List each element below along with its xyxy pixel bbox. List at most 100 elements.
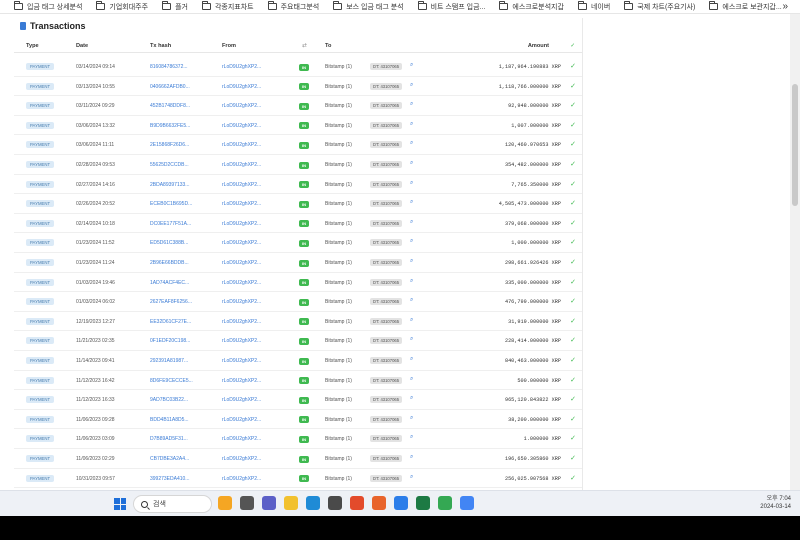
to-account-link[interactable]: Bitstamp (1) xyxy=(325,280,352,286)
tx-hash-link[interactable]: EE32D61CF27E... xyxy=(150,319,191,325)
from-address-link[interactable]: rLoD9U2ghXP2... xyxy=(222,123,261,129)
tx-hash-link[interactable]: 816084786372... xyxy=(150,64,188,70)
to-account-link[interactable]: Bitstamp (1) xyxy=(325,123,352,129)
to-account-link[interactable]: Bitstamp (1) xyxy=(325,182,352,188)
tx-hash-link[interactable]: 452B1748DDF8... xyxy=(150,103,190,109)
tx-hash-link[interactable]: 1AD74ACF4EC... xyxy=(150,280,189,286)
app-icon[interactable] xyxy=(394,496,408,510)
bookmark-item[interactable]: 각종지표차트 xyxy=(201,1,254,12)
from-address-link[interactable]: rLoD9U2ghXP2... xyxy=(222,103,261,109)
from-address-link[interactable]: rLoD9U2ghXP2... xyxy=(222,417,261,423)
magnifier-icon[interactable]: ⌕ xyxy=(410,336,413,343)
taskbar-search-input[interactable]: 검색 xyxy=(133,495,212,513)
to-account-link[interactable]: Bitstamp (1) xyxy=(325,142,352,148)
tx-hash-link[interactable]: CB7DBE3A2A4... xyxy=(150,456,189,462)
tx-hash-link[interactable]: 55625D2CCDB... xyxy=(150,162,189,168)
tx-hash-link[interactable]: 8D6FE9CECCE5... xyxy=(150,378,193,384)
tx-hash-link[interactable]: 2E15868F26D6... xyxy=(150,142,189,148)
to-account-link[interactable]: Bitstamp (1) xyxy=(325,84,352,90)
to-account-link[interactable]: Bitstamp (1) xyxy=(325,201,352,207)
magnifier-icon[interactable]: ⌕ xyxy=(410,219,413,226)
to-account-link[interactable]: Bitstamp (1) xyxy=(325,162,352,168)
magnifier-icon[interactable]: ⌕ xyxy=(410,474,413,481)
bookmark-item[interactable]: 주요태그분석 xyxy=(267,1,319,12)
magnifier-icon[interactable]: ⌕ xyxy=(410,62,413,69)
magnifier-icon[interactable]: ⌕ xyxy=(410,258,413,265)
to-account-link[interactable]: Bitstamp (1) xyxy=(325,338,352,344)
app-icon[interactable] xyxy=(372,496,386,510)
from-address-link[interactable]: rLoD9U2ghXP2... xyxy=(222,162,261,168)
from-address-link[interactable]: rLoD9U2ghXP2... xyxy=(222,299,261,305)
to-account-link[interactable]: Bitstamp (1) xyxy=(325,103,352,109)
from-address-link[interactable]: rLoD9U2ghXP2... xyxy=(222,397,261,403)
from-address-link[interactable]: rLoD9U2ghXP2... xyxy=(222,280,261,286)
bookmark-item[interactable]: 국제 차트(주요기사) xyxy=(624,1,695,12)
to-account-link[interactable]: Bitstamp (1) xyxy=(325,221,352,227)
tx-hash-link[interactable]: 292391A81987... xyxy=(150,358,188,364)
bookmark-item[interactable]: 네이버 xyxy=(577,1,610,12)
excel-icon[interactable] xyxy=(416,496,430,510)
to-account-link[interactable]: Bitstamp (1) xyxy=(325,240,352,246)
bookmark-item[interactable]: 입금 태그 상세분석 xyxy=(14,1,82,12)
magnifier-icon[interactable]: ⌕ xyxy=(410,278,413,285)
bookmark-item[interactable]: 비트 스탬프 입금... xyxy=(417,1,485,12)
magnifier-icon[interactable]: ⌕ xyxy=(410,297,413,304)
magnifier-icon[interactable]: ⌕ xyxy=(410,121,413,128)
to-account-link[interactable]: Bitstamp (1) xyxy=(325,378,352,384)
tx-hash-link[interactable]: BDD4B11A8D5... xyxy=(150,417,189,423)
from-address-link[interactable]: rLoD9U2ghXP2... xyxy=(222,182,261,188)
to-account-link[interactable]: Bitstamp (1) xyxy=(325,417,352,423)
app-icon[interactable] xyxy=(460,496,474,510)
to-account-link[interactable]: Bitstamp (1) xyxy=(325,436,352,442)
magnifier-icon[interactable]: ⌕ xyxy=(410,238,413,245)
tx-hash-link[interactable]: B9D9B6632FE5... xyxy=(150,123,190,129)
bookmark-item[interactable]: 보스 입금 태그 분석 xyxy=(333,1,404,12)
tx-hash-link[interactable]: 399273EDA410... xyxy=(150,476,189,482)
bookmark-item[interactable]: 플거 xyxy=(162,1,188,12)
task-view-icon[interactable] xyxy=(240,496,254,510)
system-clock[interactable]: 오후 7:04 2024-03-14 xyxy=(760,495,791,511)
windows-start-icon[interactable] xyxy=(114,498,126,510)
tx-hash-link[interactable]: ECEB0C1B695D... xyxy=(150,201,192,207)
file-explorer-icon[interactable] xyxy=(284,496,298,510)
from-address-link[interactable]: rLoD9U2ghXP2... xyxy=(222,319,261,325)
tx-hash-link[interactable]: 2BDA89397133... xyxy=(150,182,189,188)
from-address-link[interactable]: rLoD9U2ghXP2... xyxy=(222,476,261,482)
scrollbar-thumb[interactable] xyxy=(792,84,798,206)
from-address-link[interactable]: rLoD9U2ghXP2... xyxy=(222,358,261,364)
from-address-link[interactable]: rLoD9U2ghXP2... xyxy=(222,221,261,227)
chat-icon[interactable] xyxy=(262,496,276,510)
from-address-link[interactable]: rLoD9U2ghXP2... xyxy=(222,436,261,442)
tx-hash-link[interactable]: 2B96E66BDDB... xyxy=(150,260,189,266)
magnifier-icon[interactable]: ⌕ xyxy=(410,199,413,206)
bookmark-item[interactable]: 에스크로 보관지갑... xyxy=(709,1,782,12)
from-address-link[interactable]: rLoD9U2ghXP2... xyxy=(222,240,261,246)
from-address-link[interactable]: rLoD9U2ghXP2... xyxy=(222,84,261,90)
bookmarks-overflow-button[interactable]: » xyxy=(782,1,788,12)
magnifier-icon[interactable]: ⌕ xyxy=(410,395,413,402)
magnifier-icon[interactable]: ⌕ xyxy=(410,376,413,383)
app-icon[interactable] xyxy=(350,496,364,510)
magnifier-icon[interactable]: ⌕ xyxy=(410,82,413,89)
magnifier-icon[interactable]: ⌕ xyxy=(410,356,413,363)
from-address-link[interactable]: rLoD9U2ghXP2... xyxy=(222,378,261,384)
bookmark-item[interactable]: 에스크로분석지갑 xyxy=(499,1,564,12)
tx-hash-link[interactable]: 2627EAF8F6256... xyxy=(150,299,192,305)
bookmark-item[interactable]: 기업회대주주 xyxy=(96,1,148,12)
to-account-link[interactable]: Bitstamp (1) xyxy=(325,358,352,364)
magnifier-icon[interactable]: ⌕ xyxy=(410,160,413,167)
tx-hash-link[interactable]: D7B89AD5F31... xyxy=(150,436,188,442)
from-address-link[interactable]: rLoD9U2ghXP2... xyxy=(222,201,261,207)
magnifier-icon[interactable]: ⌕ xyxy=(410,434,413,441)
tx-hash-link[interactable]: 9AD7BC03B22... xyxy=(150,397,188,403)
from-address-link[interactable]: rLoD9U2ghXP2... xyxy=(222,456,261,462)
tx-hash-link[interactable]: ED5D61C388B... xyxy=(150,240,188,246)
from-address-link[interactable]: rLoD9U2ghXP2... xyxy=(222,142,261,148)
from-address-link[interactable]: rLoD9U2ghXP2... xyxy=(222,260,261,266)
magnifier-icon[interactable]: ⌕ xyxy=(410,101,413,108)
to-account-link[interactable]: Bitstamp (1) xyxy=(325,456,352,462)
to-account-link[interactable]: Bitstamp (1) xyxy=(325,476,352,482)
magnifier-icon[interactable]: ⌕ xyxy=(410,180,413,187)
weather-icon[interactable] xyxy=(218,496,232,510)
tx-hash-link[interactable]: 0406662AFDB0... xyxy=(150,84,190,90)
